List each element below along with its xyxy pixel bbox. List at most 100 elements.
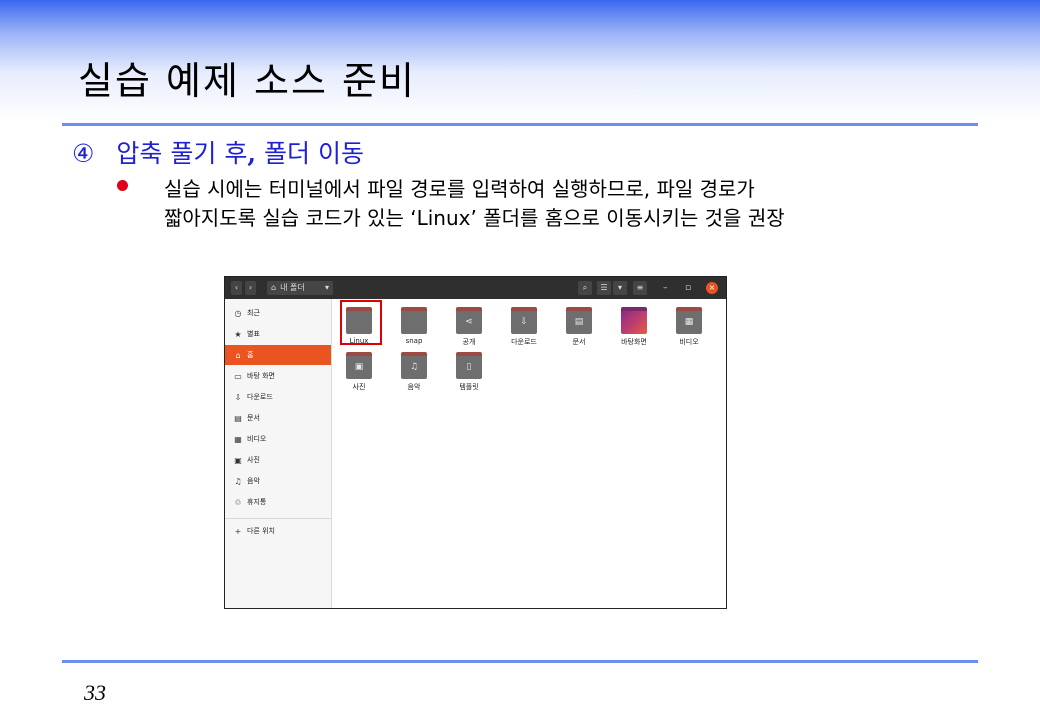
clock-icon: ◷ bbox=[234, 308, 242, 318]
page-number: 33 bbox=[84, 680, 106, 705]
chevron-right-icon: › bbox=[248, 283, 253, 292]
back-button[interactable]: ‹ bbox=[231, 281, 242, 295]
chevron-down-icon: ▾ bbox=[324, 283, 329, 292]
sidebar-item-home[interactable]: ⌂ 홈 bbox=[225, 345, 331, 365]
sidebar-item-music[interactable]: ♫ 음악 bbox=[225, 471, 331, 491]
sidebar-item-pictures[interactable]: ▣ 사진 bbox=[225, 450, 331, 470]
desktop-icon: ▭ bbox=[234, 371, 242, 381]
sidebar-item-label: 최근 bbox=[247, 309, 260, 317]
step-number: ④ bbox=[72, 139, 95, 168]
sidebar-item-label: 다른 위치 bbox=[247, 527, 275, 535]
sidebar-item-label: 다운로드 bbox=[247, 393, 273, 401]
forward-button[interactable]: › bbox=[245, 281, 256, 295]
bullet-text: 실습 시에는 터미널에서 파일 경로를 입력하여 실행하므로, 파일 경로가 짧… bbox=[164, 175, 964, 233]
file-item-music[interactable]: ♫ 음악 bbox=[389, 352, 439, 392]
sidebar-item-videos[interactable]: ▦ 비디오 bbox=[225, 429, 331, 449]
file-item-public[interactable]: ⋖ 공개 bbox=[444, 307, 494, 347]
video-folder-icon: ▦ bbox=[676, 307, 702, 334]
sidebar-item-label: 음악 bbox=[247, 477, 260, 485]
file-item-pictures[interactable]: ▣ 사진 bbox=[334, 352, 384, 392]
bullet-line-1: 실습 시에는 터미널에서 파일 경로를 입력하여 실행하므로, 파일 경로가 bbox=[164, 177, 755, 201]
sidebar-item-label: 사진 bbox=[247, 456, 260, 464]
music-folder-icon: ♫ bbox=[401, 352, 427, 379]
title-divider bbox=[62, 123, 978, 126]
sidebar-item-label: 휴지통 bbox=[247, 498, 267, 506]
picture-folder-icon: ▣ bbox=[346, 352, 372, 379]
sidebar-divider bbox=[225, 518, 331, 519]
close-icon: × bbox=[708, 283, 716, 292]
minimize-button[interactable]: – bbox=[663, 281, 668, 295]
desktop-folder-icon bbox=[621, 307, 647, 334]
file-grid: Linux snap ⋖ 공개 ⇩ 다운로드 ▤ 문서 바탕화면 ▦ 비디오 ▣… bbox=[332, 299, 726, 608]
close-button[interactable]: × bbox=[706, 282, 718, 294]
hamburger-icon: ≡ bbox=[636, 283, 644, 292]
file-label: 음악 bbox=[407, 383, 421, 391]
chevron-down-icon: ▾ bbox=[617, 283, 622, 292]
path-bar-button[interactable]: ⌂ 내 폴더 ▾ bbox=[267, 281, 333, 295]
document-folder-icon: ▤ bbox=[566, 307, 592, 334]
sidebar-item-documents[interactable]: ▤ 문서 bbox=[225, 408, 331, 428]
file-item-templates[interactable]: ▯ 템플릿 bbox=[444, 352, 494, 392]
window-titlebar: ‹ › ⌂ 내 폴더 ▾ ⌕ ☰ ▾ ≡ – ▫ × bbox=[225, 277, 726, 299]
trash-icon: ♲ bbox=[234, 497, 242, 507]
search-icon: ⌕ bbox=[582, 283, 588, 292]
file-item-linux[interactable]: Linux bbox=[334, 307, 384, 345]
download-folder-icon: ⇩ bbox=[511, 307, 537, 334]
picture-icon: ▣ bbox=[234, 455, 242, 465]
step-heading: ④ 압축 풀기 후, 폴더 이동 bbox=[72, 134, 364, 170]
file-label: 사진 bbox=[352, 383, 366, 391]
step-heading-comma: , bbox=[247, 139, 257, 168]
sidebar-item-downloads[interactable]: ⇩ 다운로드 bbox=[225, 387, 331, 407]
bullet-icon bbox=[117, 180, 128, 191]
download-icon: ⇩ bbox=[234, 392, 242, 402]
step-heading-part2: 폴더 이동 bbox=[256, 139, 364, 168]
home-icon: ⌂ bbox=[235, 350, 241, 360]
file-manager-window: ‹ › ⌂ 내 폴더 ▾ ⌕ ☰ ▾ ≡ – ▫ × ◷ 최근 ★ 별표 ⌂ 홈 ▭ 바… bbox=[224, 276, 727, 609]
file-item-downloads[interactable]: ⇩ 다운로드 bbox=[499, 307, 549, 347]
file-label: 템플릿 bbox=[459, 383, 479, 391]
document-icon: ▤ bbox=[234, 413, 242, 423]
sidebar-item-other-locations[interactable]: + 다른 위치 bbox=[225, 521, 331, 541]
maximize-button[interactable]: ▫ bbox=[685, 281, 691, 295]
file-item-videos[interactable]: ▦ 비디오 bbox=[664, 307, 714, 347]
sidebar-item-label: 비디오 bbox=[247, 435, 267, 443]
file-label: 문서 bbox=[572, 338, 586, 346]
step-heading-part1: 압축 풀기 후 bbox=[116, 139, 248, 168]
sidebar-item-starred[interactable]: ★ 별표 bbox=[225, 324, 331, 344]
share-folder-icon: ⋖ bbox=[456, 307, 482, 334]
home-icon: ⌂ bbox=[271, 283, 277, 292]
file-label: snap bbox=[405, 337, 423, 345]
path-label: 내 폴더 bbox=[280, 283, 305, 292]
template-folder-icon: ▯ bbox=[456, 352, 482, 379]
bullet-line-2: 짧아지도록 실습 코드가 있는 ‘Linux’ 폴더를 홈으로 이동시키는 것을… bbox=[164, 206, 785, 230]
star-icon: ★ bbox=[234, 329, 242, 339]
sidebar-item-trash[interactable]: ♲ 휴지통 bbox=[225, 492, 331, 512]
menu-button[interactable]: ≡ bbox=[633, 281, 647, 295]
video-icon: ▦ bbox=[234, 434, 242, 444]
file-label: 공개 bbox=[462, 338, 476, 346]
list-view-icon: ☰ bbox=[600, 283, 608, 292]
sidebar-item-label: 별표 bbox=[247, 330, 260, 338]
maximize-icon: ▫ bbox=[685, 283, 692, 293]
view-list-button[interactable]: ☰ bbox=[597, 281, 611, 295]
chevron-left-icon: ‹ bbox=[234, 283, 239, 292]
folder-icon bbox=[401, 307, 427, 334]
sidebar-item-desktop[interactable]: ▭ 바탕 화면 bbox=[225, 366, 331, 386]
folder-icon bbox=[346, 307, 372, 334]
file-label: 다운로드 bbox=[511, 338, 537, 346]
view-options-button[interactable]: ▾ bbox=[613, 281, 627, 295]
sidebar-item-label: 바탕 화면 bbox=[247, 372, 275, 380]
sidebar-item-recent[interactable]: ◷ 최근 bbox=[225, 303, 331, 323]
file-item-documents[interactable]: ▤ 문서 bbox=[554, 307, 604, 347]
file-item-desktop[interactable]: 바탕화면 bbox=[609, 307, 659, 347]
file-label: 비디오 bbox=[679, 338, 699, 346]
file-label: 바탕화면 bbox=[621, 338, 647, 346]
slide-title: 실습 예제 소스 준비 bbox=[78, 59, 416, 103]
music-icon: ♫ bbox=[234, 476, 242, 486]
minimize-icon: – bbox=[663, 283, 668, 293]
search-button[interactable]: ⌕ bbox=[578, 281, 592, 295]
file-label: Linux bbox=[349, 337, 369, 345]
sidebar-item-label: 문서 bbox=[247, 414, 260, 422]
footer-divider bbox=[62, 660, 978, 663]
file-item-snap[interactable]: snap bbox=[389, 307, 439, 345]
